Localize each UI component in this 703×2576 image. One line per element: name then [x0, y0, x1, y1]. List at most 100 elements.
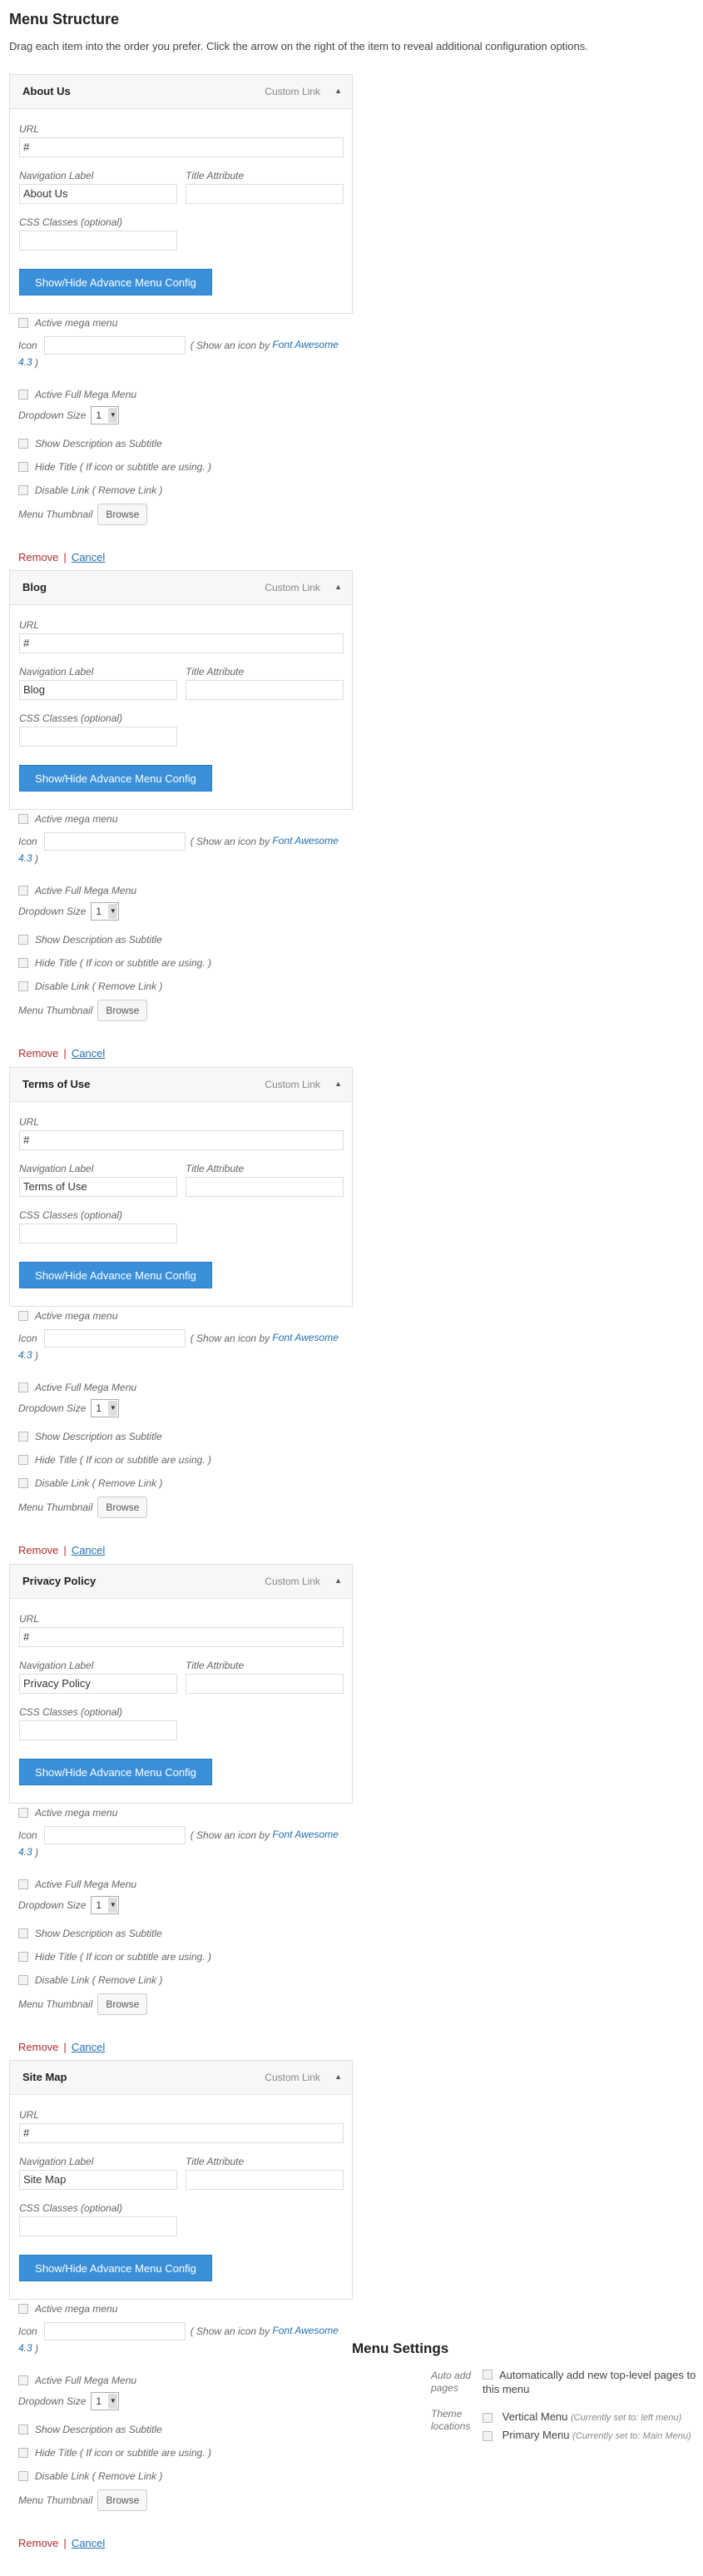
- url-input[interactable]: #: [19, 1627, 344, 1647]
- browse-button[interactable]: Browse: [97, 1993, 148, 2015]
- full-mega-checkbox[interactable]: [18, 389, 28, 400]
- dropdown-size-select[interactable]: 1 ▼: [91, 1896, 120, 1914]
- desc-subtitle-option[interactable]: Show Description as Subtitle: [18, 437, 162, 449]
- desc-subtitle-option[interactable]: Show Description as Subtitle: [18, 1430, 162, 1442]
- menu-item-header[interactable]: Blog Custom Link ▲: [10, 571, 352, 605]
- mega-menu-option[interactable]: Active mega menu: [18, 812, 117, 825]
- desc-subtitle-checkbox[interactable]: [18, 1431, 28, 1442]
- font-awesome-link[interactable]: Font Awesome: [272, 1829, 338, 1840]
- hide-title-checkbox[interactable]: [18, 2447, 28, 2458]
- title-attr-input[interactable]: [186, 184, 344, 204]
- nav-label-input[interactable]: Terms of Use: [19, 1177, 177, 1197]
- icon-input[interactable]: [43, 2322, 186, 2340]
- font-awesome-link[interactable]: Font Awesome: [272, 1332, 338, 1343]
- hide-title-option[interactable]: Hide Title ( If icon or subtitle are usi…: [18, 2446, 211, 2459]
- mega-menu-checkbox[interactable]: [18, 813, 28, 824]
- remove-link[interactable]: Remove: [18, 1047, 58, 1060]
- font-awesome-link[interactable]: Font Awesome: [272, 339, 338, 350]
- font-awesome-link[interactable]: Font Awesome: [272, 2325, 338, 2336]
- hide-title-checkbox[interactable]: [18, 461, 28, 472]
- full-mega-checkbox[interactable]: [18, 885, 28, 896]
- cancel-link[interactable]: Cancel: [72, 2041, 105, 2053]
- desc-subtitle-checkbox[interactable]: [18, 1928, 28, 1938]
- mega-menu-checkbox[interactable]: [18, 2303, 28, 2314]
- menu-item-header[interactable]: About Us Custom Link ▲: [10, 75, 352, 109]
- desc-subtitle-option[interactable]: Show Description as Subtitle: [18, 933, 162, 946]
- advance-config-button[interactable]: Show/Hide Advance Menu Config: [19, 269, 212, 295]
- css-classes-input[interactable]: [19, 727, 177, 747]
- icon-input[interactable]: [43, 1826, 186, 1844]
- mega-menu-checkbox[interactable]: [18, 1807, 28, 1818]
- full-mega-checkbox[interactable]: [18, 1382, 28, 1392]
- remove-link[interactable]: Remove: [18, 2041, 58, 2053]
- full-mega-checkbox[interactable]: [18, 2375, 28, 2385]
- url-input[interactable]: #: [19, 1130, 344, 1150]
- hide-title-checkbox[interactable]: [18, 957, 28, 968]
- mega-menu-checkbox[interactable]: [18, 1310, 28, 1321]
- font-awesome-version-link[interactable]: 4.3: [18, 1349, 32, 1361]
- cancel-link[interactable]: Cancel: [72, 1544, 105, 1556]
- mega-menu-checkbox[interactable]: [18, 317, 28, 328]
- location-row-vertical[interactable]: Vertical Menu (Currently set to: left me…: [483, 2410, 681, 2425]
- advance-config-button[interactable]: Show/Hide Advance Menu Config: [19, 1759, 212, 1785]
- menu-item-header[interactable]: Site Map Custom Link ▲: [10, 2061, 352, 2095]
- collapse-arrow-icon[interactable]: ▲: [334, 1576, 342, 1585]
- css-classes-input[interactable]: [19, 1720, 177, 1740]
- url-input[interactable]: #: [19, 633, 344, 653]
- nav-label-input[interactable]: Site Map: [19, 2170, 177, 2190]
- location-checkbox[interactable]: [483, 2412, 493, 2423]
- collapse-arrow-icon[interactable]: ▲: [334, 583, 342, 591]
- full-mega-option[interactable]: Active Full Mega Menu: [18, 1878, 136, 1890]
- css-classes-input[interactable]: [19, 1223, 177, 1243]
- full-mega-option[interactable]: Active Full Mega Menu: [18, 1381, 136, 1393]
- desc-subtitle-option[interactable]: Show Description as Subtitle: [18, 1927, 162, 1939]
- disable-link-option[interactable]: Disable Link ( Remove Link ): [18, 1477, 162, 1489]
- remove-link[interactable]: Remove: [18, 1544, 58, 1556]
- disable-link-checkbox[interactable]: [18, 980, 28, 991]
- full-mega-option[interactable]: Active Full Mega Menu: [18, 388, 136, 400]
- hide-title-option[interactable]: Hide Title ( If icon or subtitle are usi…: [18, 460, 211, 473]
- browse-button[interactable]: Browse: [97, 1496, 148, 1518]
- location-row-primary[interactable]: Primary Menu (Currently set to: Main Men…: [483, 2428, 691, 2444]
- cancel-link[interactable]: Cancel: [72, 1047, 105, 1060]
- css-classes-input[interactable]: [19, 231, 177, 251]
- url-input[interactable]: #: [19, 137, 344, 157]
- font-awesome-version-link[interactable]: 4.3: [18, 852, 32, 864]
- disable-link-option[interactable]: Disable Link ( Remove Link ): [18, 484, 162, 496]
- disable-link-checkbox[interactable]: [18, 1477, 28, 1488]
- hide-title-option[interactable]: Hide Title ( If icon or subtitle are usi…: [18, 1453, 211, 1466]
- title-attr-input[interactable]: [186, 1674, 344, 1694]
- icon-input[interactable]: [43, 1329, 186, 1348]
- hide-title-option[interactable]: Hide Title ( If icon or subtitle are usi…: [18, 956, 211, 969]
- cancel-link[interactable]: Cancel: [72, 551, 105, 563]
- collapse-arrow-icon[interactable]: ▲: [334, 1080, 342, 1088]
- mega-menu-option[interactable]: Active mega menu: [18, 316, 117, 329]
- hide-title-checkbox[interactable]: [18, 1951, 28, 1962]
- full-mega-option[interactable]: Active Full Mega Menu: [18, 2374, 136, 2386]
- disable-link-checkbox[interactable]: [18, 1974, 28, 1985]
- mega-menu-option[interactable]: Active mega menu: [18, 1806, 117, 1819]
- disable-link-checkbox[interactable]: [18, 484, 28, 495]
- menu-item-header[interactable]: Terms of Use Custom Link ▲: [10, 1068, 352, 1102]
- collapse-arrow-icon[interactable]: ▲: [334, 2072, 342, 2081]
- disable-link-checkbox[interactable]: [18, 2470, 28, 2481]
- disable-link-option[interactable]: Disable Link ( Remove Link ): [18, 1973, 162, 1986]
- css-classes-input[interactable]: [19, 2216, 177, 2236]
- browse-button[interactable]: Browse: [97, 1000, 148, 1021]
- disable-link-option[interactable]: Disable Link ( Remove Link ): [18, 980, 162, 992]
- desc-subtitle-checkbox[interactable]: [18, 2424, 28, 2435]
- nav-label-input[interactable]: Privacy Policy: [19, 1674, 177, 1694]
- font-awesome-link[interactable]: Font Awesome: [272, 835, 338, 846]
- full-mega-checkbox[interactable]: [18, 1879, 28, 1889]
- icon-input[interactable]: [43, 336, 186, 355]
- remove-link[interactable]: Remove: [18, 551, 58, 563]
- dropdown-size-select[interactable]: 1 ▼: [91, 406, 120, 424]
- title-attr-input[interactable]: [186, 680, 344, 700]
- desc-subtitle-checkbox[interactable]: [18, 934, 28, 945]
- title-attr-input[interactable]: [186, 1177, 344, 1197]
- font-awesome-version-link[interactable]: 4.3: [18, 356, 32, 368]
- mega-menu-option[interactable]: Active mega menu: [18, 1309, 117, 1322]
- location-checkbox[interactable]: [483, 2430, 493, 2441]
- title-attr-input[interactable]: [186, 2170, 344, 2190]
- font-awesome-version-link[interactable]: 4.3: [18, 2342, 32, 2354]
